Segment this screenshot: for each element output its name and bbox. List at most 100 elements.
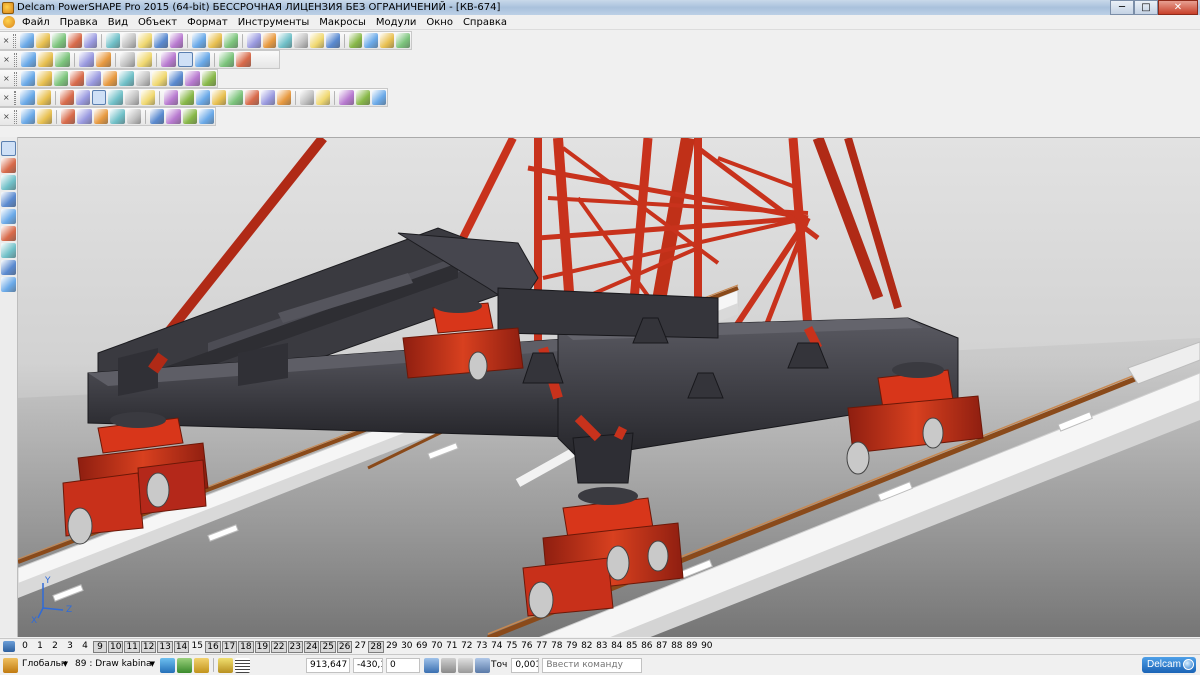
workplane-icon[interactable] [262, 33, 277, 48]
tracking-icon[interactable] [475, 657, 490, 673]
shade-toggle-icon[interactable] [219, 52, 234, 67]
level-button[interactable]: 72 [460, 641, 474, 653]
print-icon[interactable] [83, 33, 98, 48]
coord-y[interactable]: -430,13 [353, 657, 383, 673]
toolbar-close-icon[interactable]: × [2, 93, 11, 102]
level-button[interactable]: 90 [700, 641, 714, 653]
level-button[interactable]: 69 [415, 641, 429, 653]
level-button[interactable]: 29 [385, 641, 399, 653]
level-button[interactable]: 74 [490, 641, 504, 653]
offset-icon[interactable] [201, 71, 217, 86]
level-button[interactable]: 73 [475, 641, 489, 653]
revolve-icon[interactable] [77, 109, 92, 124]
circle-icon[interactable] [278, 33, 293, 48]
copy-icon[interactable] [122, 33, 136, 48]
analysis-1-icon[interactable] [339, 90, 354, 105]
toolbar-close-icon[interactable]: × [2, 55, 11, 64]
analysis-3-icon[interactable] [371, 90, 386, 105]
level-button[interactable]: 2 [48, 641, 62, 653]
toolbar-grip[interactable] [13, 71, 17, 86]
text-icon[interactable] [310, 33, 324, 48]
render-icon[interactable] [380, 33, 395, 48]
menu-help[interactable]: Справка [458, 15, 512, 30]
boolean-icon[interactable] [140, 90, 155, 105]
extrude-icon[interactable] [60, 109, 76, 124]
undo-icon[interactable] [192, 33, 207, 48]
level-button[interactable]: 78 [550, 641, 564, 653]
zoom-out-icon[interactable] [137, 52, 152, 67]
level-button[interactable]: 84 [610, 641, 624, 653]
assembly-icon[interactable] [1, 277, 16, 292]
level-button[interactable]: 23 [287, 640, 303, 653]
level-button[interactable]: 10 [108, 640, 124, 653]
new-icon[interactable] [20, 33, 35, 48]
coord-x[interactable]: 913,647 [306, 657, 350, 673]
level-button[interactable]: 70 [430, 641, 444, 653]
sphere-icon[interactable] [70, 71, 85, 86]
circle-select-icon[interactable] [20, 109, 36, 124]
draw-icon[interactable] [224, 33, 238, 48]
mirror-icon[interactable] [152, 71, 167, 86]
view-front-icon[interactable] [55, 52, 70, 67]
level-button[interactable]: 77 [535, 641, 549, 653]
level-button[interactable]: 27 [353, 641, 367, 653]
grid-icon[interactable] [235, 657, 250, 673]
assembly-icon[interactable] [185, 71, 200, 86]
menu-file[interactable]: Файл [17, 15, 55, 30]
feature-7-icon[interactable] [260, 90, 275, 105]
menu-format[interactable]: Формат [182, 15, 233, 30]
level-button[interactable]: 11 [124, 640, 140, 653]
open-icon[interactable] [36, 33, 50, 48]
solid-edit-icon[interactable] [1, 209, 16, 224]
view-top-icon[interactable] [38, 52, 53, 67]
rotate-icon[interactable] [178, 52, 193, 67]
solid-icon[interactable] [119, 71, 134, 86]
shell-icon[interactable] [92, 90, 107, 105]
menu-macros[interactable]: Макросы [314, 15, 371, 30]
analysis-2-icon[interactable] [355, 90, 370, 105]
feature-5-icon[interactable] [228, 90, 243, 105]
undo-all-icon[interactable] [169, 33, 184, 48]
zoom-in-icon[interactable] [120, 52, 135, 67]
curve-icon[interactable] [294, 33, 309, 48]
level-select[interactable]: 89 : Draw kabina [72, 657, 156, 673]
minimize-button[interactable]: ─ [1110, 0, 1134, 15]
level-button[interactable]: 9 [93, 640, 107, 653]
paste-icon[interactable] [137, 33, 152, 48]
surface-icon[interactable] [199, 109, 214, 124]
sweep-icon[interactable] [93, 109, 109, 124]
rotate-icon[interactable] [160, 657, 175, 673]
polar-coords-icon[interactable] [458, 657, 473, 673]
general-edit-icon[interactable] [1, 175, 16, 190]
level-button[interactable]: 16 [205, 640, 221, 653]
level-button[interactable]: 83 [595, 641, 609, 653]
blank-icon[interactable] [36, 90, 51, 105]
coord-z[interactable]: 0 [386, 657, 420, 673]
component-icon[interactable] [1, 226, 16, 241]
history-2-icon[interactable] [316, 90, 331, 105]
redo-icon[interactable] [208, 33, 222, 48]
loft-icon[interactable] [110, 109, 125, 124]
selection-arrow-icon[interactable] [1, 141, 16, 156]
level-button[interactable]: 79 [565, 641, 579, 653]
level-button[interactable]: 30 [400, 641, 414, 653]
save-as-icon[interactable] [67, 33, 82, 48]
graphics-viewport[interactable]: Y Z X [18, 137, 1200, 637]
split-icon[interactable] [149, 109, 165, 124]
feature-2-icon[interactable] [179, 90, 195, 105]
drive-icon[interactable] [126, 109, 142, 124]
menu-modules[interactable]: Модули [371, 15, 421, 30]
workplane-select[interactable]: Глобальн [19, 657, 69, 673]
level-button[interactable]: 26 [336, 640, 353, 653]
thicken-icon[interactable] [166, 109, 181, 124]
level-button[interactable]: 4 [78, 641, 92, 653]
menu-window[interactable]: Окно [421, 15, 458, 30]
menu-object[interactable]: Объект [133, 15, 182, 30]
measure-icon[interactable] [246, 33, 261, 48]
copy-object-icon[interactable] [53, 71, 68, 86]
solid-edit-icon[interactable] [108, 90, 123, 105]
cut-solid-icon[interactable] [124, 90, 139, 105]
level-button[interactable]: 0 [18, 641, 32, 653]
toolbar-grip[interactable] [13, 90, 17, 105]
surface-edit-icon[interactable] [1, 192, 16, 207]
